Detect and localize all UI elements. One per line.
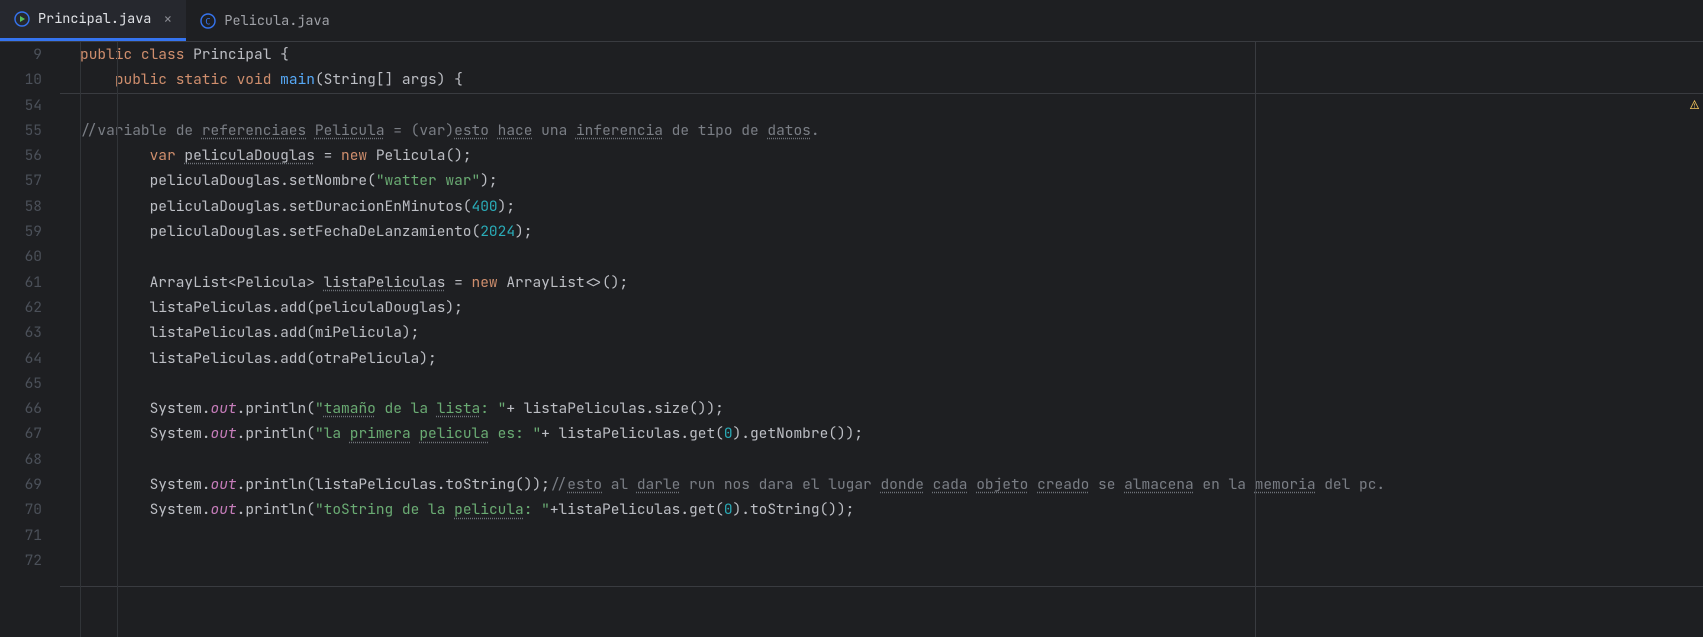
- line-number: 60: [0, 244, 42, 269]
- tab-principal-java[interactable]: Principal.java ×: [0, 0, 186, 41]
- svg-text:C: C: [206, 17, 211, 27]
- line-number: 65: [0, 371, 42, 396]
- code-line[interactable]: System.out.println("toString de la pelic…: [60, 497, 1703, 522]
- code-line[interactable]: [60, 244, 1703, 269]
- editor[interactable]: 9105455565758596061626364656667686970717…: [0, 42, 1703, 637]
- code-line[interactable]: System.out.println("la primera pelicula …: [60, 421, 1703, 446]
- code-line[interactable]: [60, 523, 1703, 548]
- code-line[interactable]: [60, 548, 1703, 573]
- right-margin-guide: [1255, 42, 1256, 637]
- code-line[interactable]: var peliculaDouglas = new Pelicula();: [60, 143, 1703, 168]
- code-area[interactable]: ⚠ public class Principal { public static…: [60, 42, 1703, 637]
- warning-icon[interactable]: ⚠: [1690, 94, 1699, 114]
- editor-bottom-border: [60, 586, 1703, 587]
- code-line[interactable]: peliculaDouglas.setFechaDeLanzamiento(20…: [60, 219, 1703, 244]
- line-number: 66: [0, 396, 42, 421]
- line-number: 70: [0, 497, 42, 522]
- line-number: 61: [0, 270, 42, 295]
- code-line[interactable]: System.out.println(listaPeliculas.toStri…: [60, 472, 1703, 497]
- line-number: 63: [0, 320, 42, 345]
- code-line[interactable]: listaPeliculas.add(miPelicula);: [60, 320, 1703, 345]
- line-number: 64: [0, 346, 42, 371]
- line-number: 9: [0, 42, 42, 67]
- close-icon[interactable]: ×: [163, 9, 172, 29]
- indent-guide: [117, 42, 118, 637]
- line-number: 57: [0, 168, 42, 193]
- line-number: 68: [0, 447, 42, 472]
- line-number: 72: [0, 548, 42, 573]
- line-number: 56: [0, 143, 42, 168]
- code-line[interactable]: //variable de referenciaes Pelicula = (v…: [60, 118, 1703, 143]
- line-number: 55: [0, 118, 42, 143]
- tab-pelicula-java[interactable]: C Pelicula.java: [186, 0, 343, 41]
- line-number: 71: [0, 523, 42, 548]
- code-line[interactable]: listaPeliculas.add(peliculaDouglas);: [60, 295, 1703, 320]
- line-number-gutter: 9105455565758596061626364656667686970717…: [0, 42, 60, 637]
- line-number: 67: [0, 421, 42, 446]
- class-run-icon: [14, 11, 30, 27]
- indent-guide: [80, 42, 81, 637]
- line-number: 69: [0, 472, 42, 497]
- sticky-separator: [60, 93, 1703, 94]
- tab-label: Pelicula.java: [224, 12, 329, 30]
- class-icon: C: [200, 13, 216, 29]
- code-line[interactable]: [60, 371, 1703, 396]
- line-number: 62: [0, 295, 42, 320]
- line-number: 58: [0, 194, 42, 219]
- code-line[interactable]: peliculaDouglas.setDuracionEnMinutos(400…: [60, 194, 1703, 219]
- code-line[interactable]: ArrayList<Pelicula> listaPeliculas = new…: [60, 270, 1703, 295]
- line-number: 10: [0, 67, 42, 92]
- code-line[interactable]: public static void main(String[] args) {: [60, 67, 1703, 92]
- code-line[interactable]: listaPeliculas.add(otraPelicula);: [60, 346, 1703, 371]
- editor-tab-bar: Principal.java × C Pelicula.java: [0, 0, 1703, 42]
- code-line[interactable]: public class Principal {: [60, 42, 1703, 67]
- code-line[interactable]: [60, 447, 1703, 472]
- line-number: 54: [0, 93, 42, 118]
- code-line[interactable]: System.out.println("tamaño de la lista: …: [60, 396, 1703, 421]
- tab-label: Principal.java: [38, 10, 151, 28]
- code-line[interactable]: [60, 93, 1703, 118]
- line-number: 59: [0, 219, 42, 244]
- code-line[interactable]: peliculaDouglas.setNombre("watter war");: [60, 168, 1703, 193]
